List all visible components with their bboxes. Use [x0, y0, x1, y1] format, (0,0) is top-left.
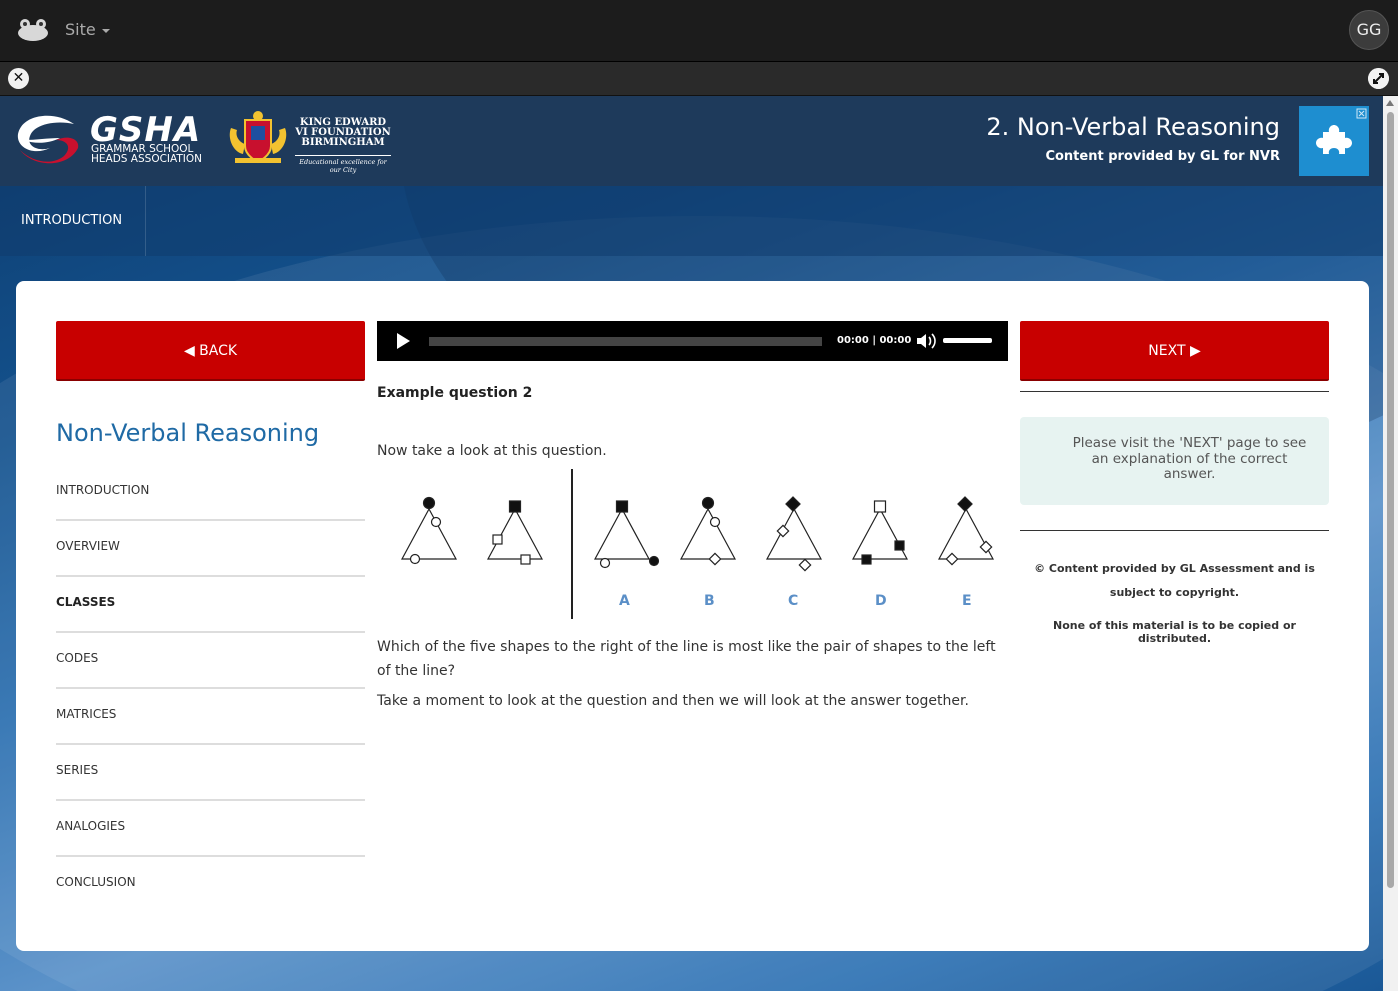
divider [1020, 391, 1329, 392]
content-frame: GSHA GRAMMAR SCHOOL HEADS ASSOCIATION KI… [0, 96, 1383, 991]
puzzle-icon [1316, 108, 1367, 154]
caret-down-icon [101, 28, 110, 33]
gsha-swoosh-icon [17, 115, 79, 164]
section-item-matrices[interactable]: MATRICES [56, 689, 365, 745]
lesson-panel: ◀ BACK Non-Verbal Reasoning INTRODUCTION… [16, 281, 1369, 951]
question-instruction: Take a moment to look at the question an… [377, 693, 969, 709]
section-item-overview[interactable]: OVERVIEW [56, 521, 365, 577]
kes-tagline: Educational excellence for our City [295, 155, 391, 174]
option-label-a: A [619, 593, 630, 609]
page-subtitle: Content provided by GL for NVR [1045, 149, 1280, 164]
question-heading: Example question 2 [377, 385, 533, 401]
volume-slider[interactable] [943, 338, 992, 343]
course-navbar: INTRODUCTION [0, 186, 1383, 256]
user-avatar[interactable]: GG [1349, 10, 1389, 50]
scroll-thumb[interactable] [1387, 112, 1394, 888]
section-title: Non-Verbal Reasoning [56, 419, 320, 447]
vertical-scrollbar[interactable] [1383, 96, 1398, 991]
site-menu[interactable]: Site [65, 20, 110, 39]
play-icon[interactable] [397, 333, 410, 349]
site-label: Site [65, 20, 96, 39]
option-label-e: E [962, 593, 972, 609]
page-title: 2. Non-Verbal Reasoning [986, 113, 1280, 141]
nvr-shapes-figure [400, 469, 995, 619]
back-button[interactable]: ◀ BACK [56, 321, 365, 381]
copyright-text: © Content provided by GL Assessment and … [1034, 562, 1315, 599]
close-icon[interactable]: ✕ [8, 68, 29, 89]
gsha-subtitle: GRAMMAR SCHOOL HEADS ASSOCIATION [91, 143, 203, 165]
frog-logo-icon[interactable] [16, 18, 50, 42]
kes-name: KING EDWARD VI FOUNDATION BIRMINGHAM [295, 117, 391, 148]
crest-icon [229, 111, 287, 164]
section-item-analogies[interactable]: ANALOGIES [56, 801, 365, 857]
distribution-notice: None of this material is to be copied or… [1053, 619, 1296, 645]
scroll-up-icon[interactable] [1386, 100, 1394, 106]
section-item-codes[interactable]: CODES [56, 633, 365, 689]
tab-introduction[interactable]: INTRODUCTION [0, 186, 146, 256]
divider [1020, 530, 1329, 531]
section-item-introduction[interactable]: INTRODUCTION [56, 465, 365, 521]
info-box: Please visit the 'NEXT' page to see an e… [1020, 417, 1329, 505]
audio-player: 00:00 | 00:00 [377, 321, 1008, 361]
question-figure: A B C D E [377, 469, 1008, 629]
puzzle-tile[interactable] [1299, 106, 1369, 176]
audio-time: 00:00 | 00:00 [837, 335, 912, 346]
question-intro: Now take a look at this question. [377, 443, 607, 459]
next-button[interactable]: NEXT ▶ [1020, 321, 1329, 381]
section-list: INTRODUCTION OVERVIEW CLASSES CODES MATR… [56, 465, 365, 913]
app-topbar: Site GG [0, 0, 1398, 62]
kes-logo: KING EDWARD VI FOUNDATION BIRMINGHAM Edu… [225, 108, 395, 174]
audio-progress-bar[interactable] [429, 337, 822, 346]
section-item-classes[interactable]: CLASSES [56, 577, 365, 633]
window-toolbar: ✕ [0, 62, 1398, 96]
section-item-conclusion[interactable]: CONCLUSION [56, 857, 365, 913]
option-label-b: B [704, 593, 715, 609]
gsha-logo: GSHA GRAMMAR SCHOOL HEADS ASSOCIATION [14, 110, 204, 172]
expand-icon[interactable] [1368, 68, 1389, 89]
section-item-series[interactable]: SERIES [56, 745, 365, 801]
volume-icon[interactable] [915, 332, 937, 350]
course-header: GSHA GRAMMAR SCHOOL HEADS ASSOCIATION KI… [0, 96, 1383, 186]
option-label-c: C [788, 593, 799, 609]
question-text: Which of the five shapes to the right of… [377, 639, 996, 679]
option-label-d: D [875, 593, 887, 609]
